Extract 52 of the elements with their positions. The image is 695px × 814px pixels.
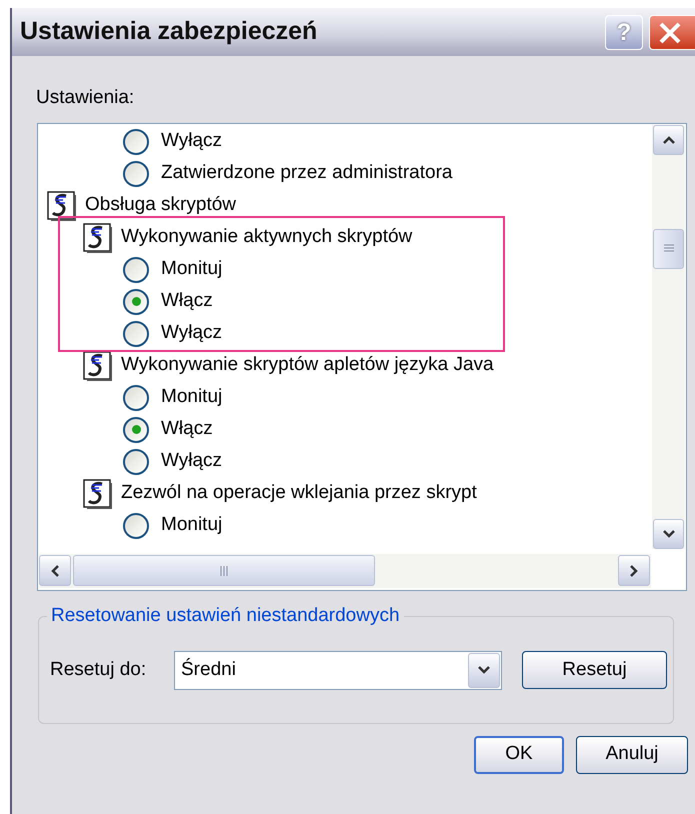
script-icon xyxy=(83,478,113,508)
scroll-thumb[interactable] xyxy=(653,228,684,268)
setting-label: Zezwól na operacje wklejania przez skrypt xyxy=(121,481,477,506)
setting-label: Wykonywanie aktywnych skryptów xyxy=(121,225,412,250)
cancel-button[interactable]: Anuluj xyxy=(576,736,688,774)
script-icon xyxy=(83,350,113,380)
setting-label: Wykonywanie skryptów apletów języka Java xyxy=(121,353,494,378)
radio-button[interactable] xyxy=(123,384,149,410)
level-dropdown[interactable]: Średni xyxy=(174,650,502,690)
option-label: Wyłącz xyxy=(161,321,222,346)
radio-button[interactable] xyxy=(123,416,149,442)
scroll-left-button[interactable] xyxy=(39,555,71,586)
close-icon xyxy=(658,20,682,44)
chevron-right-icon xyxy=(630,564,638,576)
close-button[interactable] xyxy=(649,15,695,50)
reset-button[interactable]: Resetuj xyxy=(522,651,667,689)
radio-button[interactable] xyxy=(123,320,149,346)
option-label: Włącz xyxy=(161,417,213,442)
dropdown-button[interactable] xyxy=(468,652,500,688)
option-label: Monituj xyxy=(161,513,222,538)
option-label: Monituj xyxy=(161,385,222,410)
reset-label: Resetuj do: xyxy=(50,658,148,682)
scroll-up-button[interactable] xyxy=(653,124,684,154)
radio-button[interactable] xyxy=(123,128,149,154)
option-label: Zatwierdzone przez administratora xyxy=(161,161,452,186)
settings-label: Ustawienia: xyxy=(36,87,134,108)
radio-button[interactable] xyxy=(123,448,149,474)
chevron-down-icon xyxy=(662,530,674,538)
option-label: Włącz xyxy=(161,289,213,314)
scroll-thumb[interactable] xyxy=(73,555,375,586)
radio-button[interactable] xyxy=(123,160,149,186)
grip-icon xyxy=(664,244,674,253)
scroll-right-button[interactable] xyxy=(618,555,650,586)
dropdown-value: Średni xyxy=(180,657,237,682)
chevron-down-icon xyxy=(478,666,490,674)
script-icon xyxy=(83,222,113,252)
ok-button[interactable]: OK xyxy=(474,736,564,774)
grip-icon xyxy=(220,566,228,576)
option-label: Wyłącz xyxy=(161,449,222,474)
chevron-up-icon xyxy=(662,136,674,144)
radio-button[interactable] xyxy=(123,512,149,538)
scroll-down-button[interactable] xyxy=(653,518,684,548)
vertical-scrollbar[interactable] xyxy=(652,124,685,548)
script-icon xyxy=(47,190,77,220)
window-title: Ustawienia zabezpieczeń xyxy=(20,16,318,48)
option-label: Monituj xyxy=(161,257,222,282)
category-label: Obsługa skryptów xyxy=(85,193,236,218)
chevron-left-icon xyxy=(51,564,59,576)
radio-button[interactable] xyxy=(123,256,149,282)
option-label: Wyłącz xyxy=(161,129,222,154)
horizontal-scrollbar[interactable] xyxy=(39,554,651,588)
radio-button[interactable] xyxy=(123,288,149,314)
